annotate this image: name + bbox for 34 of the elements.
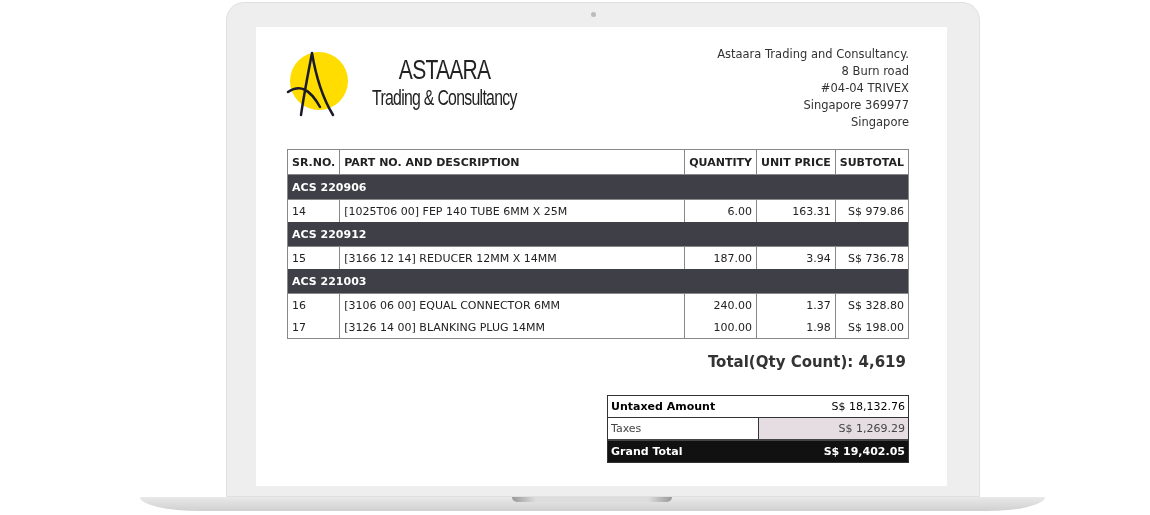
- table-cell: [3106 06 00] EQUAL CONNECTOR 6MM: [339, 293, 685, 316]
- group-row: ACS 220912: [287, 222, 909, 247]
- column-header: SR.NO.: [287, 149, 340, 175]
- table-cell: 1.98: [756, 316, 836, 339]
- table-cell: 16: [287, 293, 340, 316]
- address-line: Singapore 369977: [803, 98, 909, 112]
- table-cell: 100.00: [684, 316, 757, 339]
- summary-value: S$ 19,402.05: [822, 444, 906, 460]
- brand-name: ASTAARA: [398, 56, 490, 86]
- total-quantity: Total(Qty Count): 4,619: [707, 353, 906, 371]
- summary-value: S$ 18,132.76: [830, 399, 906, 415]
- table-cell: 1.37: [756, 293, 836, 316]
- table-cell: S$ 198.00: [835, 316, 909, 339]
- summary-label: Taxes: [610, 421, 643, 437]
- group-row: ACS 221003: [287, 269, 909, 294]
- column-header: QUANTITY: [684, 149, 757, 175]
- address-line: Astaara Trading and Consultancy.: [717, 47, 909, 61]
- address-line: Singapore: [850, 115, 909, 129]
- column-header: PART NO. AND DESCRIPTION: [339, 149, 685, 175]
- table-cell: 240.00: [684, 293, 757, 316]
- summary-value: S$ 1,269.29: [758, 418, 908, 439]
- column-header: SUBTOTAL: [835, 149, 909, 175]
- column-header: UNIT PRICE: [756, 149, 836, 175]
- table-cell: [3126 14 00] BLANKING PLUG 14MM: [339, 316, 685, 339]
- address-line: 8 Burn road: [841, 64, 909, 78]
- table-cell: 17: [287, 316, 340, 339]
- camera-icon: [591, 12, 596, 17]
- brand-tagline: Trading & Consultancy: [372, 85, 517, 110]
- address-line: #04-04 TRIVEX: [820, 81, 909, 95]
- summary-label: Untaxed Amount: [610, 399, 717, 415]
- group-row: ACS 220906: [287, 174, 909, 200]
- summary-label: Grand Total: [610, 444, 684, 460]
- logo-drawing: [286, 49, 348, 117]
- table-cell: S$ 328.80: [835, 293, 909, 316]
